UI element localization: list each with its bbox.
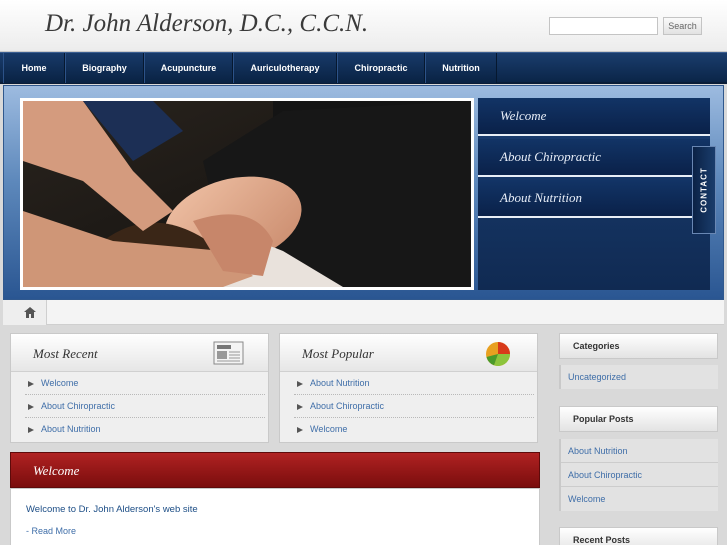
contact-tab[interactable]: CONTACT	[692, 146, 716, 234]
hero-menu: Welcome About Chiropractic About Nutriti…	[478, 98, 710, 290]
hero-menu-about-nutrition[interactable]: About Nutrition	[478, 180, 710, 218]
most-recent-list: Welcome About Chiropractic About Nutriti…	[25, 372, 265, 441]
list-item[interactable]: Welcome	[294, 418, 534, 441]
arrow-right-icon	[297, 404, 303, 410]
nav-item-nutrition[interactable]: Nutrition	[425, 53, 497, 83]
recent-posts-heading: Recent Posts	[559, 527, 718, 545]
header: Dr. John Alderson, D.C., C.C.N. Search	[0, 0, 727, 52]
list-item-label[interactable]: About Nutrition	[310, 378, 370, 388]
hero-menu-about-chiropractic[interactable]: About Chiropractic	[478, 139, 710, 177]
list-item[interactable]: About Chiropractic	[25, 395, 265, 418]
breadcrumb	[3, 300, 724, 325]
list-item[interactable]: About Nutrition	[294, 372, 534, 395]
arrow-right-icon	[28, 381, 34, 387]
hero-slider: Welcome About Chiropractic About Nutriti…	[3, 85, 724, 300]
nav-item-chiropractic[interactable]: Chiropractic	[337, 53, 425, 83]
read-more-link[interactable]: - Read More	[26, 526, 76, 536]
category-item[interactable]: Uncategorized	[561, 365, 718, 389]
categories-list: Uncategorized	[559, 365, 718, 389]
list-item-label[interactable]: About Chiropractic	[41, 401, 115, 411]
list-item-label[interactable]: About Nutrition	[41, 424, 101, 434]
hero-menu-welcome[interactable]: Welcome	[478, 98, 710, 136]
most-popular-title: Most Popular	[302, 346, 374, 361]
list-item[interactable]: About Chiropractic	[294, 395, 534, 418]
welcome-text: Welcome to Dr. John Alderson's web site	[26, 504, 198, 515]
list-item[interactable]: Welcome	[25, 372, 265, 395]
list-item[interactable]: About Nutrition	[25, 418, 265, 441]
search-input[interactable]	[549, 17, 658, 35]
arrow-right-icon	[297, 427, 303, 433]
most-recent-header: Most Recent	[11, 334, 268, 372]
list-item-label[interactable]: About Chiropractic	[310, 401, 384, 411]
arrow-right-icon	[28, 427, 34, 433]
hero-photo	[23, 101, 471, 287]
nav-item-biography[interactable]: Biography	[65, 53, 144, 83]
welcome-body: Welcome to Dr. John Alderson's web site …	[10, 488, 540, 545]
contact-tab-label: CONTACT	[699, 167, 709, 213]
list-item-label[interactable]: Welcome	[41, 378, 78, 388]
news-icon	[213, 341, 244, 365]
site-title[interactable]: Dr. John Alderson, D.C., C.C.N.	[45, 10, 368, 38]
search-button[interactable]: Search	[663, 17, 702, 35]
most-popular-box: Most Popular About Nutrition About Chiro…	[279, 333, 538, 443]
arrow-right-icon	[28, 404, 34, 410]
nav-item-home[interactable]: Home	[3, 53, 65, 83]
popular-post-item[interactable]: About Chiropractic	[561, 463, 718, 487]
hero-photo-frame	[20, 98, 474, 290]
main-nav: Home Biography Acupuncture Auriculothera…	[0, 52, 727, 84]
nav-item-acupuncture[interactable]: Acupuncture	[144, 53, 233, 83]
categories-heading: Categories	[559, 333, 718, 359]
popular-posts-list: About Nutrition About Chiropractic Welco…	[559, 439, 718, 511]
pie-chart-icon	[486, 342, 510, 366]
popular-post-item[interactable]: About Nutrition	[561, 439, 718, 463]
breadcrumb-home[interactable]	[3, 300, 47, 325]
most-recent-title: Most Recent	[33, 346, 98, 361]
nav-item-auriculotherapy[interactable]: Auriculotherapy	[233, 53, 337, 83]
popular-post-item[interactable]: Welcome	[561, 487, 718, 511]
most-popular-header: Most Popular	[280, 334, 537, 372]
most-recent-box: Most Recent Welcome About Chiropractic A…	[10, 333, 269, 443]
arrow-right-icon	[297, 381, 303, 387]
most-popular-list: About Nutrition About Chiropractic Welco…	[294, 372, 534, 441]
popular-posts-heading: Popular Posts	[559, 406, 718, 432]
welcome-title: Welcome	[33, 463, 80, 478]
list-item-label[interactable]: Welcome	[310, 424, 347, 434]
home-icon	[24, 307, 36, 318]
welcome-header: Welcome	[10, 452, 540, 488]
